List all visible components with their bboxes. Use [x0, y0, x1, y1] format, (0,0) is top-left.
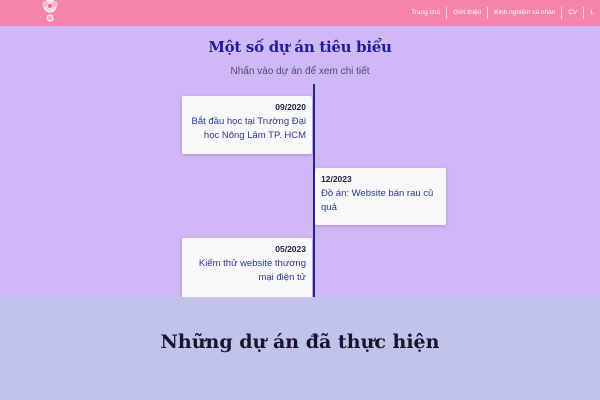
nav-link-cv[interactable]: CV	[561, 7, 583, 19]
card-date: 12/2023	[321, 174, 352, 184]
section-title: Một số dự án tiêu biểu	[208, 38, 392, 56]
top-navbar: Trang chủ Giới thiệu Kinh nghiệm cá nhân…	[0, 0, 600, 26]
flower-logo-icon[interactable]	[36, 0, 64, 24]
card-text: Đồ án: Website bán rau củ quả	[321, 188, 434, 213]
nav-link-more[interactable]: L	[583, 7, 600, 19]
card-text: Kiểm thử website thương mại điện tử	[198, 258, 306, 283]
card-date: 09/2020	[275, 102, 306, 112]
card-date: 05/2023	[275, 244, 306, 254]
timeline-card-3[interactable]: 05/2023 Kiểm thử website thương mại điện…	[182, 238, 312, 300]
caption-text: Những dự án đã thực hiện	[160, 331, 440, 353]
nav-links: Trang chủ Giới thiệu Kinh nghiệm cá nhân…	[405, 0, 600, 26]
card-text: Bắt đầu học tại Trường Đại học Nông Lâm …	[191, 116, 306, 141]
timeline-card-1[interactable]: 09/2020 Bắt đầu học tại Trường Đại học N…	[182, 96, 312, 154]
nav-link-experience[interactable]: Kinh nghiệm cá nhân	[487, 7, 561, 19]
timeline-card-2[interactable]: 12/2023 Đồ án: Website bán rau củ quả	[315, 168, 446, 225]
caption-band: Những dự án đã thực hiện	[0, 297, 600, 400]
nav-link-about[interactable]: Giới thiệu	[446, 7, 487, 19]
nav-link-home[interactable]: Trang chủ	[405, 7, 446, 19]
section-subtitle: Nhấn vào dự án để xem chi tiết	[230, 66, 370, 77]
